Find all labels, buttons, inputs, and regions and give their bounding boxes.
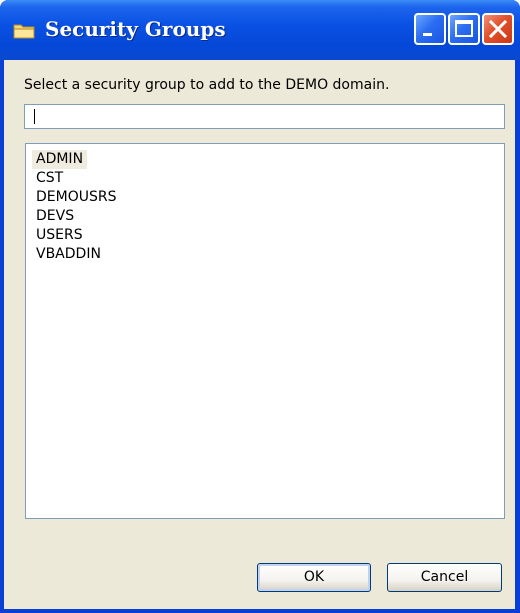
minimize-icon bbox=[423, 33, 432, 36]
list-item-demousrs[interactable]: DEMOUSRS bbox=[32, 188, 120, 207]
instruction-label: Select a security group to add to the DE… bbox=[24, 77, 390, 93]
security-group-list[interactable]: ADMIN CST DEMOUSRS DEVS USERS VBADDIN bbox=[25, 143, 505, 519]
title-bar[interactable]: Security Groups bbox=[0, 0, 520, 60]
list-item-cst[interactable]: CST bbox=[32, 169, 67, 188]
close-button[interactable] bbox=[482, 13, 514, 45]
maximize-button[interactable] bbox=[448, 13, 480, 45]
close-icon bbox=[488, 19, 508, 39]
security-groups-dialog: Security Groups Select a security group … bbox=[0, 0, 520, 613]
text-cursor bbox=[34, 109, 35, 124]
ok-button[interactable]: OK bbox=[257, 563, 371, 592]
folder-icon bbox=[13, 24, 35, 39]
list-item-vbaddin[interactable]: VBADDIN bbox=[32, 245, 105, 264]
list-item-devs[interactable]: DEVS bbox=[32, 207, 78, 226]
minimize-button[interactable] bbox=[414, 13, 446, 45]
cancel-button[interactable]: Cancel bbox=[387, 563, 502, 592]
dialog-title: Security Groups bbox=[45, 17, 226, 41]
list-item-users[interactable]: USERS bbox=[32, 226, 87, 245]
dialog-body: Select a security group to add to the DE… bbox=[4, 60, 515, 609]
list-item-admin[interactable]: ADMIN bbox=[32, 150, 88, 169]
group-search-input[interactable] bbox=[24, 104, 505, 129]
maximize-icon bbox=[455, 20, 473, 37]
